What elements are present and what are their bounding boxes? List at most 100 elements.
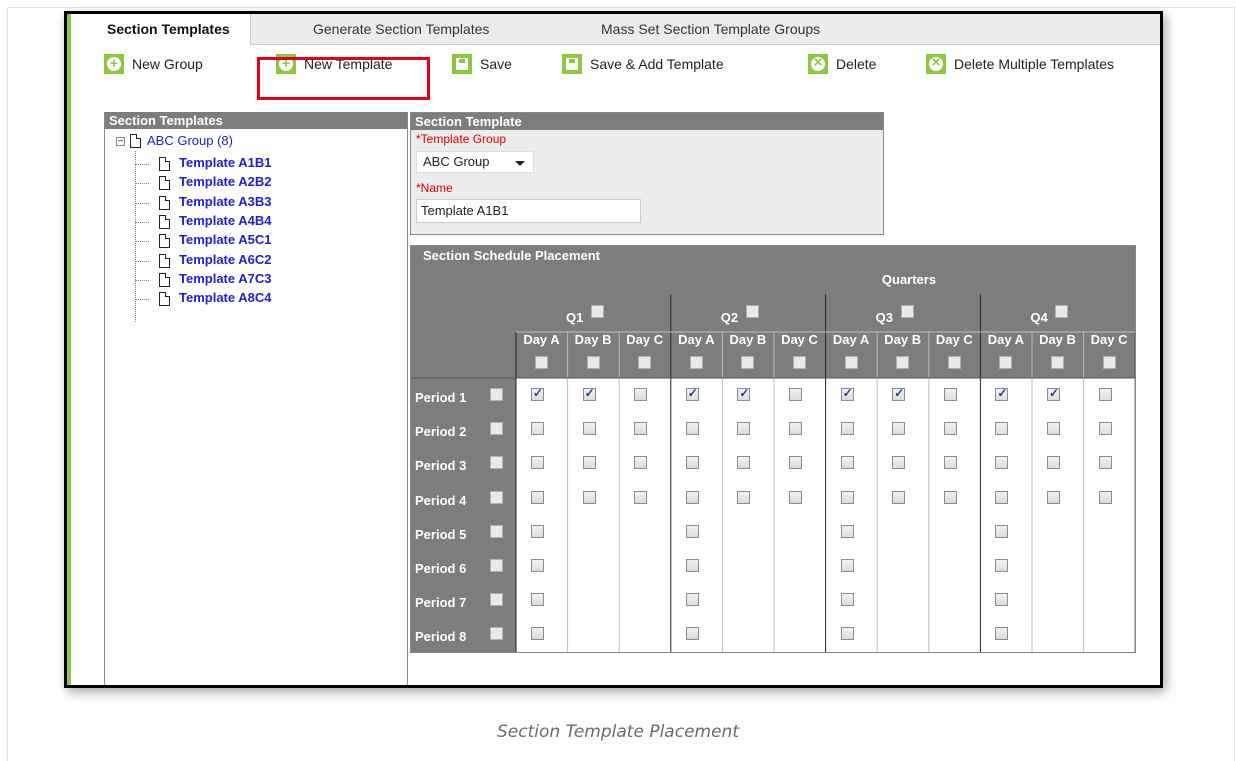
placement-checkbox[interactable] [840, 490, 854, 504]
day-select-checkbox[interactable] [1102, 356, 1116, 369]
placement-checkbox[interactable] [789, 422, 802, 436]
placement-checkbox[interactable] [737, 386, 751, 401]
placement-checkbox[interactable] [685, 524, 699, 538]
tree-item-template[interactable]: Template A6C2 [179, 252, 271, 270]
quarter-select-checkbox[interactable] [1055, 305, 1069, 318]
placement-checkbox[interactable] [840, 627, 854, 641]
tree-item-template[interactable]: Template A1B1 [179, 155, 271, 173]
period-select-checkbox[interactable] [490, 627, 503, 641]
placement-checkbox[interactable] [582, 422, 596, 436]
day-select-checkbox[interactable] [586, 356, 600, 369]
tree-item-template[interactable]: Template A3B3 [179, 194, 271, 212]
placement-checkbox[interactable] [582, 386, 596, 401]
placement-checkbox[interactable] [840, 456, 854, 470]
placement-checkbox[interactable] [789, 388, 802, 401]
collapse-icon[interactable]: − [116, 137, 125, 147]
placement-checkbox[interactable] [943, 456, 957, 470]
placement-checkbox[interactable] [634, 490, 648, 504]
placement-checkbox[interactable] [1047, 490, 1060, 504]
placement-checkbox[interactable] [1047, 422, 1060, 436]
day-select-checkbox[interactable] [689, 356, 703, 369]
tab-generate-section-templates[interactable]: Generate Section Templates [313, 14, 489, 44]
day-select-checkbox[interactable] [793, 356, 806, 369]
placement-checkbox[interactable] [943, 388, 957, 401]
day-select-checkbox[interactable] [741, 356, 755, 369]
placement-checkbox[interactable] [943, 490, 957, 504]
placement-checkbox[interactable] [634, 388, 648, 401]
tree-item-template[interactable]: Template A5C1 [179, 232, 271, 250]
placement-checkbox[interactable] [531, 456, 544, 470]
placement-checkbox[interactable] [685, 593, 699, 607]
placement-checkbox[interactable] [685, 456, 699, 470]
placement-checkbox[interactable] [943, 422, 957, 436]
placement-checkbox[interactable] [1047, 456, 1060, 470]
placement-checkbox[interactable] [892, 456, 906, 470]
placement-checkbox[interactable] [995, 490, 1009, 504]
placement-checkbox[interactable] [634, 456, 648, 470]
placement-checkbox[interactable] [1098, 388, 1112, 401]
tab-section-templates[interactable]: Section Templates [71, 14, 251, 45]
period-select-checkbox[interactable] [490, 524, 503, 538]
placement-checkbox[interactable] [1098, 422, 1112, 436]
tab-mass-set-groups[interactable]: Mass Set Section Template Groups [601, 14, 820, 44]
period-select-checkbox[interactable] [490, 490, 503, 504]
day-select-checkbox[interactable] [1051, 356, 1064, 369]
placement-checkbox[interactable] [789, 456, 802, 470]
placement-checkbox[interactable] [737, 456, 751, 470]
placement-checkbox[interactable] [531, 559, 544, 572]
placement-checkbox[interactable] [840, 386, 854, 401]
tree-group-abc[interactable]: ABC Group (8) [147, 133, 233, 151]
placement-checkbox[interactable] [582, 490, 596, 504]
placement-checkbox[interactable] [1098, 456, 1112, 470]
period-select-checkbox[interactable] [490, 559, 503, 572]
placement-checkbox[interactable] [892, 422, 906, 436]
placement-checkbox[interactable] [531, 524, 544, 538]
placement-checkbox[interactable] [789, 490, 802, 504]
placement-checkbox[interactable] [531, 627, 544, 641]
placement-checkbox[interactable] [1098, 490, 1112, 504]
placement-checkbox[interactable] [685, 627, 699, 641]
placement-checkbox[interactable] [531, 593, 544, 607]
period-select-checkbox[interactable] [490, 456, 503, 470]
day-select-checkbox[interactable] [638, 356, 652, 369]
placement-checkbox[interactable] [995, 456, 1009, 470]
period-select-checkbox[interactable] [490, 422, 503, 436]
day-select-checkbox[interactable] [896, 356, 910, 369]
placement-checkbox[interactable] [531, 386, 544, 401]
day-select-checkbox[interactable] [999, 356, 1013, 369]
quarter-select-checkbox[interactable] [745, 305, 759, 318]
placement-checkbox[interactable] [995, 524, 1009, 538]
day-select-checkbox[interactable] [535, 356, 548, 369]
placement-checkbox[interactable] [685, 559, 699, 572]
placement-checkbox[interactable] [892, 386, 906, 401]
placement-checkbox[interactable] [685, 422, 699, 436]
tree-item-template[interactable]: Template A8C4 [179, 290, 271, 308]
day-select-checkbox[interactable] [844, 356, 858, 369]
placement-checkbox[interactable] [892, 490, 906, 504]
template-group-select[interactable]: ABC Group [416, 151, 534, 173]
day-select-checkbox[interactable] [947, 356, 961, 369]
placement-checkbox[interactable] [634, 422, 648, 436]
quarter-select-checkbox[interactable] [591, 305, 604, 318]
placement-checkbox[interactable] [737, 490, 751, 504]
placement-checkbox[interactable] [840, 559, 854, 572]
placement-checkbox[interactable] [995, 593, 1009, 607]
placement-checkbox[interactable] [995, 386, 1009, 401]
quarter-select-checkbox[interactable] [900, 305, 914, 318]
placement-checkbox[interactable] [995, 627, 1009, 641]
placement-checkbox[interactable] [1047, 386, 1060, 401]
period-select-checkbox[interactable] [490, 593, 503, 607]
placement-checkbox[interactable] [531, 422, 544, 436]
placement-checkbox[interactable] [840, 422, 854, 436]
placement-checkbox[interactable] [995, 559, 1009, 572]
period-select-checkbox[interactable] [490, 388, 503, 401]
placement-checkbox[interactable] [685, 490, 699, 504]
placement-checkbox[interactable] [840, 524, 854, 538]
placement-checkbox[interactable] [582, 456, 596, 470]
tree-item-template[interactable]: Template A7C3 [179, 271, 271, 289]
placement-checkbox[interactable] [995, 422, 1009, 436]
name-field[interactable]: Template A1B1 [416, 199, 641, 223]
placement-checkbox[interactable] [840, 593, 854, 607]
placement-checkbox[interactable] [685, 386, 699, 401]
placement-checkbox[interactable] [737, 422, 751, 436]
